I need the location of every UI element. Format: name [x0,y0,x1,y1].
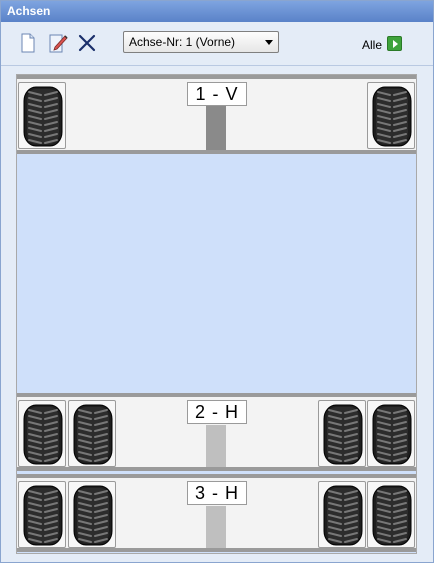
axles-window: Achsen Achse-Nr: 1 (Vorne) Alle 1 - V 2 … [0,0,434,563]
axle-panel-1[interactable]: 1 - V [17,75,416,154]
tire-right-outer-2[interactable] [367,400,415,467]
tire-left-1[interactable] [18,82,66,149]
all-label[interactable]: Alle [362,38,382,52]
axle-label-1: 1 - V [187,82,247,106]
chevron-down-icon [265,40,273,45]
tire-left-outer-2[interactable] [18,400,66,467]
axle-select[interactable]: Achse-Nr: 1 (Vorne) [123,31,279,53]
axle-label-3: 3 - H [187,481,247,505]
axle-panel-3[interactable]: 3 - H [17,474,416,552]
tire-icon [73,485,113,546]
tire-left-inner-2[interactable] [68,400,116,467]
axle-panel-2[interactable]: 2 - H [17,393,416,471]
tire-icon [73,404,113,465]
axle-bar-2 [206,425,226,467]
tire-right-inner-2[interactable] [318,400,366,467]
axle-bar-3 [206,506,226,548]
axle-select-value: Achse-Nr: 1 (Vorne) [129,35,236,49]
tire-icon [23,404,63,465]
tire-right-1[interactable] [367,82,415,149]
tire-icon [372,485,412,546]
axle-label-2: 2 - H [187,400,247,424]
axle-bar-1 [206,106,226,150]
tire-icon [23,485,63,546]
tire-icon [372,86,412,147]
toolbar: Achse-Nr: 1 (Vorne) Alle [1,22,433,66]
tire-icon [372,404,412,465]
tire-left-inner-3[interactable] [68,481,116,548]
play-green-icon[interactable] [387,36,402,51]
tire-left-outer-3[interactable] [18,481,66,548]
tire-right-inner-3[interactable] [318,481,366,548]
tire-icon [323,404,363,465]
new-document-icon[interactable] [17,32,39,54]
delete-x-icon[interactable] [76,32,98,54]
window-title: Achsen [1,1,433,22]
tire-icon [323,485,363,546]
edit-icon[interactable] [47,32,69,54]
tire-right-outer-3[interactable] [367,481,415,548]
tire-icon [23,86,63,147]
